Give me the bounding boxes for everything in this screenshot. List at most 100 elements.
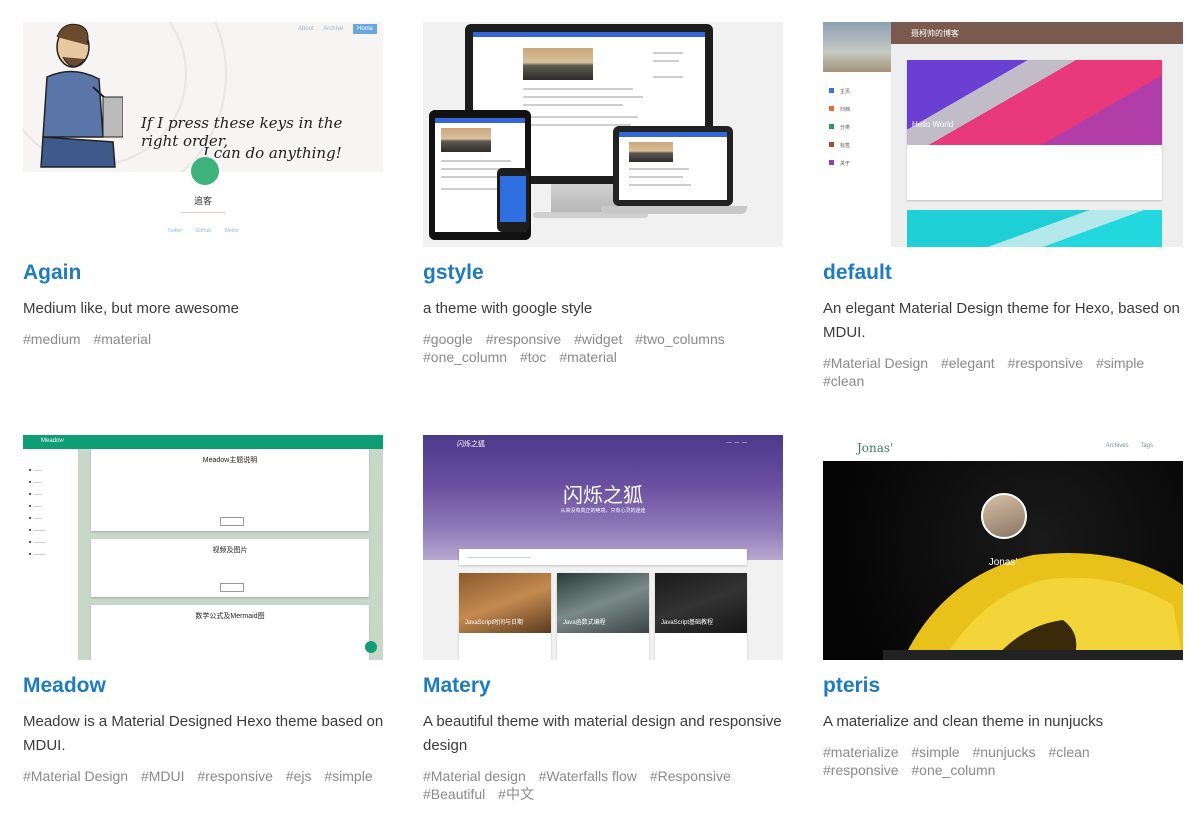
preview-topbar: 聂柯帅的博客 [891,22,1183,44]
tag[interactable]: #elegant [941,355,995,371]
tag[interactable]: #simple [911,744,959,760]
preview-post: Meadow主题说明 [91,449,369,531]
theme-thumbnail[interactable]: About Archive Home If I press these keys… [23,22,383,247]
theme-description: An elegant Material Design theme for Hex… [823,300,1180,341]
preview-post: 数学公式及Mermaid图 [91,605,369,660]
tag[interactable]: #ejs [286,768,312,784]
tag[interactable]: #simple [324,768,372,784]
preview-name: 追客 [193,196,212,206]
avatar [981,493,1027,539]
theme-card-default: 主页 归档 分类 标签 关于 聂柯帅的博客 Hello World defaul… [823,22,1185,390]
theme-thumbnail[interactable] [423,22,783,247]
preview-post-title: Hello World [912,120,954,129]
tag[interactable]: #Material Design [823,355,928,371]
scroll-top-icon [365,641,377,653]
preview-site-name: Jonas' [857,441,894,455]
theme-card-pteris: Jonas' Archives Tags Jonas' pteris A mat… [823,435,1185,779]
tag[interactable]: #google [423,331,473,347]
theme-title[interactable]: pteris [823,672,1185,700]
preview-post [907,210,1162,247]
tag[interactable]: #responsive [197,768,273,784]
tag[interactable]: #widget [574,331,622,347]
preview-link: GitHub [195,228,212,234]
tag[interactable]: #one_column [423,349,507,365]
theme-tags: #medium #material [23,330,385,348]
tag[interactable]: #nunjucks [973,744,1036,760]
preview-sidebar: ■ —— ■ —— ■ —— ■ —— ■ —— ■ ——— ■ ——— ■ —… [23,449,78,660]
theme-tags: #materialize #simple #nunjucks #clean #r… [823,743,1185,779]
preview-logo: 闪烁之狐 [457,441,485,448]
preview-link: Weibo [224,228,239,234]
theme-tags: #google #responsive #widget #two_columns… [423,330,785,366]
avatar [189,155,221,187]
preview-author: Jonas' [988,557,1018,568]
tag[interactable]: #clean [1048,744,1089,760]
theme-title[interactable]: Matery [423,672,785,700]
theme-thumbnail[interactable]: Jonas' Archives Tags Jonas' [823,435,1183,660]
preview-post: JavaScript基础教程 [655,573,747,660]
theme-description: a theme with google style [423,300,593,317]
theme-description: A beautiful theme with material design a… [423,713,782,754]
preview-menu: — — — [726,440,747,446]
preview-topbar: Meadow [23,435,383,449]
preview-sidebar: 主页 归档 分类 标签 关于 [823,22,892,247]
theme-description: A materialize and clean theme in nunjuck… [823,713,1104,730]
tag[interactable]: #simple [1096,355,1144,371]
tag[interactable]: #Beautiful [423,786,485,802]
tag[interactable]: #materialize [823,744,898,760]
preview-blog-title: 聂柯帅的博客 [911,29,959,38]
theme-tags: #Material design #Waterfalls flow #Respo… [423,767,785,803]
theme-description: Medium like, but more awesome [23,300,239,317]
tag[interactable]: #responsive [1008,355,1084,371]
preview-hero-subtitle: 从来没有真正的绝境，只有心灵的迷途 [560,508,646,514]
tag[interactable]: #clean [823,373,864,389]
theme-card-matery: 闪烁之狐 — — — 闪烁之狐 从来没有真正的绝境，只有心灵的迷途 ——————… [423,435,785,803]
tag[interactable]: #Material Design [23,768,128,784]
preview-link: Archives [1105,443,1129,449]
theme-title[interactable]: gstyle [423,259,785,287]
preview-main: Hello World [891,44,1183,247]
tag[interactable]: #toc [520,349,546,365]
preview-post: 视频及图片 [91,539,369,597]
illustration-hacker [40,23,123,168]
tag[interactable]: #material [559,349,617,365]
tag[interactable]: #MDUI [141,768,185,784]
preview-post: Java函数式编程 [557,573,649,660]
preview-nav-item: Archive [323,26,344,32]
theme-tags: #Material Design #MDUI #responsive #ejs … [23,767,385,785]
tag[interactable]: #two_columns [635,331,725,347]
device-phone [497,168,529,232]
theme-thumbnail[interactable]: Meadow ■ —— ■ —— ■ —— ■ —— ■ —— ■ ——— ■ … [23,435,383,660]
theme-title[interactable]: default [823,259,1185,287]
tag[interactable]: #one_column [911,762,995,778]
tag[interactable]: #responsive [823,762,899,778]
theme-title[interactable]: Again [23,259,385,287]
preview-subtitle: ————————— [180,210,226,216]
theme-description: Meadow is a Material Designed Hexo theme… [23,713,384,754]
preview-nav: About Archive Home [290,24,377,34]
device-laptop [613,126,733,206]
sidebar-cover-image [823,22,891,72]
theme-grid: About Archive Home If I press these keys… [0,0,1201,817]
tag[interactable]: #Responsive [650,768,731,784]
preview-post: Hello World [907,60,1162,200]
laptop-base [601,206,747,214]
preview-header: Jonas' Archives Tags [823,435,1183,461]
theme-card-meadow: Meadow ■ —— ■ —— ■ —— ■ —— ■ —— ■ ——— ■ … [23,435,385,785]
tag[interactable]: #Waterfalls flow [539,768,637,784]
theme-tags: #Material Design #elegant #responsive #s… [823,354,1185,390]
theme-card-again: About Archive Home If I press these keys… [23,22,385,348]
tag[interactable]: #responsive [486,331,562,347]
theme-thumbnail[interactable]: 主页 归档 分类 标签 关于 聂柯帅的博客 Hello World [823,22,1183,247]
tag[interactable]: #material [93,331,151,347]
tag[interactable]: #Material design [423,768,526,784]
tag[interactable]: #中文 [498,786,534,802]
preview-nav-item: About [297,26,314,32]
theme-title[interactable]: Meadow [23,672,385,700]
preview-quote: I can do anything! [203,144,342,162]
tag[interactable]: #medium [23,331,81,347]
theme-thumbnail[interactable]: 闪烁之狐 — — — 闪烁之狐 从来没有真正的绝境，只有心灵的迷途 ——————… [423,435,783,660]
theme-card-gstyle: gstyle a theme with google style #google… [423,22,785,366]
preview-nav-item: Home [352,24,377,34]
preview-app-title: Meadow [41,438,64,444]
